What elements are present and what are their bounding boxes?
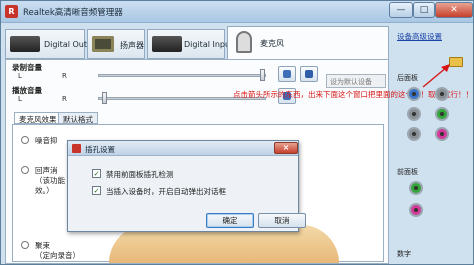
- tab-label: 扬声器: [120, 41, 144, 50]
- tab-label: 麦克风: [260, 39, 284, 48]
- playback-volume-thumb[interactable]: [102, 92, 107, 104]
- maximize-icon: □: [419, 5, 429, 15]
- rear-jack[interactable]: [435, 127, 449, 141]
- beamforming-radio[interactable]: [21, 241, 29, 249]
- record-volume-label: 录制音量: [12, 63, 42, 72]
- microphone-icon: [305, 70, 313, 78]
- window-title: Realtek高清晰音频管理器: [23, 8, 123, 18]
- playback-volume-label: 播放音量: [12, 86, 42, 95]
- tab-digital-input[interactable]: Digital Input: [147, 29, 233, 59]
- rear-jack[interactable]: [407, 107, 421, 121]
- minimize-button[interactable]: —: [389, 2, 413, 18]
- digital-input-icon: [152, 36, 182, 52]
- maximize-button[interactable]: □: [413, 2, 435, 18]
- subtab-microphone-effects[interactable]: 麦克风效果: [14, 112, 62, 124]
- speaker-icon: [92, 36, 114, 52]
- tab-microphone[interactable]: 麦克风: [227, 26, 389, 60]
- ok-button[interactable]: 确定: [206, 213, 254, 228]
- realtek-app-icon: [72, 144, 81, 153]
- right-channel-label: R: [62, 95, 67, 103]
- disable-front-jack-detection-checkbox[interactable]: ✓: [92, 169, 101, 178]
- rear-jack[interactable]: [407, 127, 421, 141]
- rear-jack[interactable]: [407, 87, 421, 101]
- effect-note-line: （定向录音）: [35, 251, 80, 260]
- realtek-app-icon: R: [5, 5, 18, 18]
- echo-cancellation-radio[interactable]: [21, 166, 29, 174]
- front-jack[interactable]: [409, 203, 423, 217]
- microphone-icon: [236, 31, 252, 53]
- rear-jack[interactable]: [435, 87, 449, 101]
- tab-speakers[interactable]: 扬声器: [87, 29, 145, 59]
- dialog-title: 插孔设置: [85, 145, 115, 154]
- tab-digital-output[interactable]: Digital Output: [5, 29, 100, 59]
- main-window: R Realtek高清晰音频管理器 — □ ✕ Digital Output 扬…: [0, 0, 474, 265]
- noise-suppression-radio[interactable]: [21, 136, 29, 144]
- minimize-icon: —: [396, 5, 406, 15]
- left-channel-label: L: [18, 72, 22, 80]
- advanced-settings-link[interactable]: 设备高级设置: [397, 31, 442, 42]
- record-mute-button[interactable]: [278, 66, 296, 82]
- tab-label: Digital Input: [184, 40, 234, 49]
- close-button[interactable]: ✕: [435, 2, 473, 18]
- option-label: 禁用前面板插孔检测: [106, 170, 174, 179]
- digital-label: 数字: [397, 250, 411, 258]
- close-icon: ✕: [450, 5, 458, 15]
- effect-note-line: 效。）: [35, 186, 54, 195]
- rear-panel-label: 后面板: [397, 74, 418, 82]
- auto-popup-dialog-checkbox[interactable]: ✓: [92, 186, 101, 195]
- subtab-default-format[interactable]: 默认格式: [58, 112, 98, 124]
- digital-output-icon: [10, 36, 40, 52]
- front-panel-label: 前面板: [397, 168, 418, 176]
- front-jack[interactable]: [409, 181, 423, 195]
- jack-settings-folder-icon[interactable]: [449, 57, 463, 67]
- mic-boost-button[interactable]: [300, 66, 318, 82]
- record-volume-slider[interactable]: [98, 74, 266, 77]
- rear-jack[interactable]: [435, 107, 449, 121]
- set-default-device-dropdown[interactable]: 设为默认设备: [326, 74, 386, 88]
- cancel-button[interactable]: 取消: [258, 213, 306, 228]
- jack-settings-dialog: 插孔设置 × ✓ 禁用前面板插孔检测 ✓ 当插入设备时，开启自动弹出对话框 确定…: [67, 140, 306, 232]
- dialog-close-button[interactable]: ×: [274, 142, 298, 154]
- effect-label: 噪音抑: [35, 136, 58, 145]
- record-volume-thumb[interactable]: [260, 69, 265, 81]
- speaker-icon: [283, 70, 291, 78]
- dialog-title-bar[interactable]: 插孔设置 ×: [68, 141, 298, 156]
- left-channel-label: L: [18, 95, 22, 103]
- title-bar[interactable]: R Realtek高清晰音频管理器 — □ ✕: [1, 1, 473, 23]
- right-channel-label: R: [62, 72, 67, 80]
- option-label: 当插入设备时，开启自动弹出对话框: [106, 187, 226, 196]
